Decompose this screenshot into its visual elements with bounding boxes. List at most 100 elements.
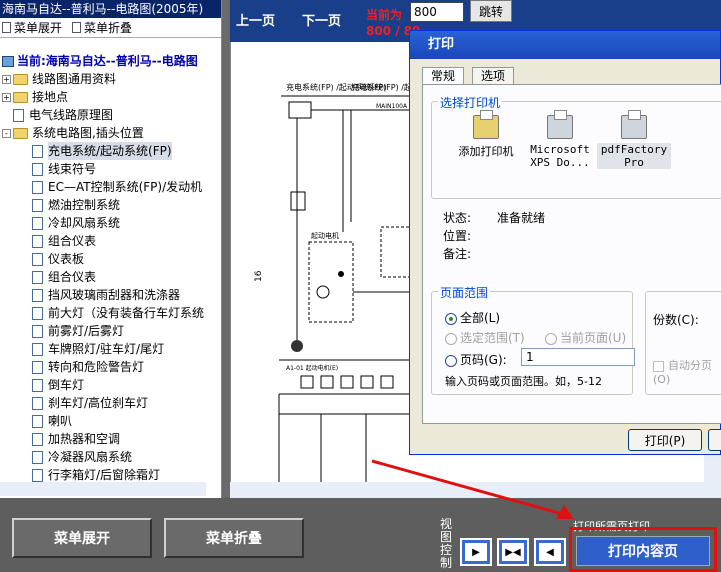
printer-pdffactory[interactable]: pdfFactory Pro <box>597 110 671 169</box>
document-icon <box>32 342 43 356</box>
prev-page-button[interactable]: 上一页 <box>236 10 275 29</box>
next-page-button[interactable]: 下一页 <box>302 10 341 29</box>
tree-item-label: 接地点 <box>32 90 69 104</box>
dialog-cancel-button[interactable] <box>708 429 721 451</box>
tree-child-label: 挡风玻璃雨刮器和洗涤器 <box>48 288 181 302</box>
bottom-collapse-button[interactable]: 菜单折叠 <box>164 518 304 558</box>
expand-plus-icon[interactable]: + <box>2 92 11 102</box>
tree-child-item[interactable]: 组合仪表 <box>0 268 206 286</box>
tree-child-item[interactable]: 燃油控制系统 <box>0 196 206 214</box>
menu-expand-link[interactable]: 菜单展开 <box>2 19 62 36</box>
comment-label: 备注: <box>443 247 472 261</box>
document-icon <box>32 414 43 428</box>
tree-child-item[interactable]: 线束符号 <box>0 160 206 178</box>
location-label: 位置: <box>443 229 472 243</box>
range-current-radio[interactable]: 当前页面(U) <box>545 329 626 346</box>
starter-label: 起动电机 <box>311 231 339 240</box>
document-icon <box>32 450 43 464</box>
range-all-label: 全部(L) <box>460 311 501 325</box>
menu-collapse-link[interactable]: 菜单折叠 <box>72 19 132 36</box>
print-dialog-title: 打印 <box>410 31 720 59</box>
printer-xps[interactable]: Microsoft XPS Do... <box>523 110 597 169</box>
tree-item-2[interactable]: 电气线路原理图 <box>0 106 206 124</box>
tab-general[interactable]: 常规 <box>422 67 465 84</box>
document-icon <box>32 324 43 338</box>
tree-child-item[interactable]: 组合仪表 <box>0 232 206 250</box>
tree-child-item[interactable]: 前大灯（没有装备行车灯系统 <box>0 304 206 322</box>
tree-child-item[interactable]: 冷凝器风扇系统 <box>0 448 206 466</box>
add-printer-icon <box>473 110 499 139</box>
tree-child-label: 前大灯（没有装备行车灯系统 <box>48 306 205 320</box>
nav-next-button[interactable]: ▶ <box>460 538 492 566</box>
document-icon <box>32 252 43 266</box>
tree-child-item[interactable]: 转向和危险警告灯 <box>0 358 206 376</box>
folder-icon <box>13 73 28 85</box>
nav-fit-button[interactable]: ▶◀ <box>497 538 529 566</box>
tree-child-item[interactable]: 车牌照灯/驻车灯/尾灯 <box>0 340 206 358</box>
tree-item-3[interactable]: - 系统电路图,插头位置 <box>0 124 206 142</box>
range-pages-radio[interactable]: 页码(G): <box>445 351 507 368</box>
printer-pdffactory-label: pdfFactory Pro <box>597 143 671 169</box>
tree-item-label: 线路图通用资料 <box>32 72 117 86</box>
radio-off-icon <box>445 332 457 345</box>
dialog-print-button[interactable]: 打印(P) <box>628 429 702 451</box>
tree-root[interactable]: 当前:海南马自达--普利马--电路图 <box>0 52 206 70</box>
expand-plus-icon[interactable]: + <box>2 74 11 84</box>
collate-checkbox[interactable]: 自动分页(O) <box>653 357 721 386</box>
document-icon <box>32 234 43 248</box>
play-left-icon: ◀ <box>539 543 561 561</box>
tree-child-label: 喇叭 <box>48 414 73 428</box>
printer-add[interactable]: 添加打印机 <box>449 110 523 159</box>
tree-child-item[interactable]: 刹车灯/高位刹车灯 <box>0 394 206 412</box>
tree-child-label: 冷凝器风扇系统 <box>48 450 133 464</box>
tree-child-item[interactable]: 充电系统/起动系统(FP) <box>0 142 206 160</box>
radio-off-icon <box>445 354 457 367</box>
range-all-radio[interactable]: 全部(L) <box>445 309 500 326</box>
tree-item-label: 系统电路图,插头位置 <box>32 126 144 140</box>
bottom-bar: 菜单展开 菜单折叠 视图控制 ▶ ▶◀ ◀ 打印所需页打印 打印内容页 <box>0 498 721 572</box>
collapse-minus-icon[interactable]: - <box>2 128 11 138</box>
printer-default-icon <box>621 110 647 139</box>
range-selection-radio[interactable]: 选定范围(T) <box>445 329 525 346</box>
current-page-label: 当前为 <box>366 8 403 22</box>
nav-prev-button[interactable]: ◀ <box>534 538 566 566</box>
tree-child-item[interactable]: 仪表板 <box>0 250 206 268</box>
document-icon <box>32 180 43 194</box>
range-current-label: 当前页面(U) <box>560 331 627 345</box>
copies-label: 份数(C): <box>653 313 699 327</box>
main-fuse-label: MAIN100A <box>376 103 408 110</box>
tree-horizontal-scrollbar[interactable] <box>0 482 206 496</box>
radio-on-icon <box>445 312 457 325</box>
tree-child-label: EC—AT控制系统(FP)/发动机 <box>48 180 203 194</box>
tree-child-item[interactable]: EC—AT控制系统(FP)/发动机 <box>0 178 206 196</box>
tree-child-item[interactable]: 冷却风扇系统 <box>0 214 206 232</box>
left-panel-title: 海南马自达--普利马--电路图(2005年) <box>0 0 221 18</box>
document-icon <box>32 144 43 158</box>
tree-view: 当前:海南马自达--普利马--电路图 + 线路图通用资料 + 接地点电气线路原理图 - 系… <box>0 52 206 496</box>
tree-child-item[interactable]: 倒车灯 <box>0 376 206 394</box>
tab-options[interactable]: 选项 <box>472 67 515 84</box>
range-hint: 输入页码或页面范围。如，5-12 <box>445 375 602 388</box>
tree-item-0[interactable]: + 线路图通用资料 <box>0 70 206 88</box>
pages-input[interactable]: 1 <box>521 348 635 366</box>
folder-icon <box>13 91 28 103</box>
tree-child-item[interactable]: 前雾灯/后雾灯 <box>0 322 206 340</box>
range-selection-label: 选定范围(T) <box>460 331 525 345</box>
print-content-button[interactable]: 打印内容页 <box>576 536 710 566</box>
left-menu-bar: 菜单展开 菜单折叠 <box>0 18 221 38</box>
tree-child-label: 组合仪表 <box>48 270 97 284</box>
tree-child-item[interactable]: 挡风玻璃雨刮器和洗涤器 <box>0 286 206 304</box>
jump-button[interactable]: 跳转 <box>470 0 512 22</box>
document-icon <box>32 216 43 230</box>
fit-width-icon: ▶◀ <box>502 543 524 561</box>
document-icon <box>32 396 43 410</box>
bottom-expand-button[interactable]: 菜单展开 <box>12 518 152 558</box>
current-page-input[interactable]: 800 <box>410 2 464 22</box>
document-icon <box>32 360 43 374</box>
tree-child-item[interactable]: 喇叭 <box>0 412 206 430</box>
document-icon <box>13 108 24 122</box>
tree-child-item[interactable]: 加热器和空调 <box>0 430 206 448</box>
page-icon <box>2 22 11 33</box>
document-horizontal-scrollbar[interactable] <box>230 482 704 498</box>
tree-item-1[interactable]: + 接地点 <box>0 88 206 106</box>
